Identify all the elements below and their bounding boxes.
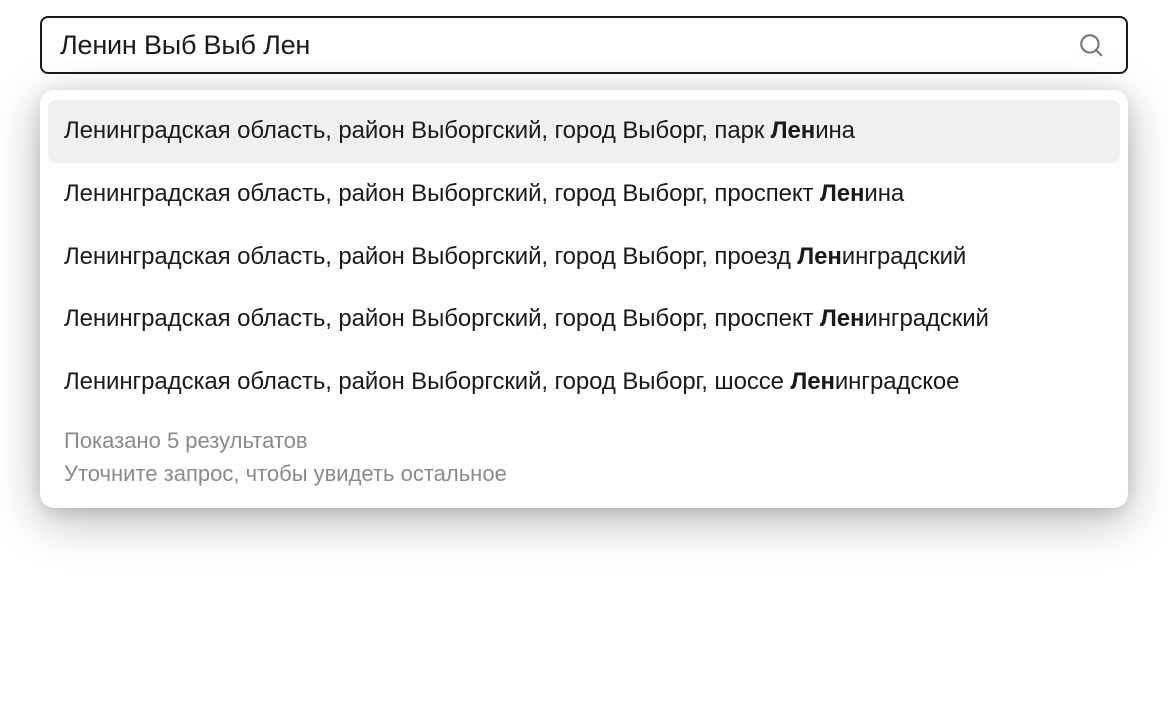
search-icon [1078,32,1104,58]
search-box[interactable] [40,16,1128,74]
suggestion-item[interactable]: Ленинградская область, район Выборгский,… [40,163,1128,226]
results-count-text: Показано 5 результатов [64,424,1104,457]
search-button[interactable] [1074,28,1108,62]
search-container: Ленинградская область, район Выборгский,… [40,16,1128,508]
suggestion-item[interactable]: Ленинградская область, район Выборгский,… [40,351,1128,414]
suggestion-item[interactable]: Ленинградская область, район Выборгский,… [40,288,1128,351]
suggestion-item[interactable]: Ленинградская область, район Выборгский,… [40,226,1128,289]
search-input[interactable] [60,30,1074,61]
suggestion-item[interactable]: Ленинградская область, район Выборгский,… [48,100,1120,163]
results-footer: Показано 5 результатов Уточните запрос, … [40,414,1128,490]
results-hint-text: Уточните запрос, чтобы увидеть остальное [64,457,1104,490]
suggestions-dropdown: Ленинградская область, район Выборгский,… [40,90,1128,508]
